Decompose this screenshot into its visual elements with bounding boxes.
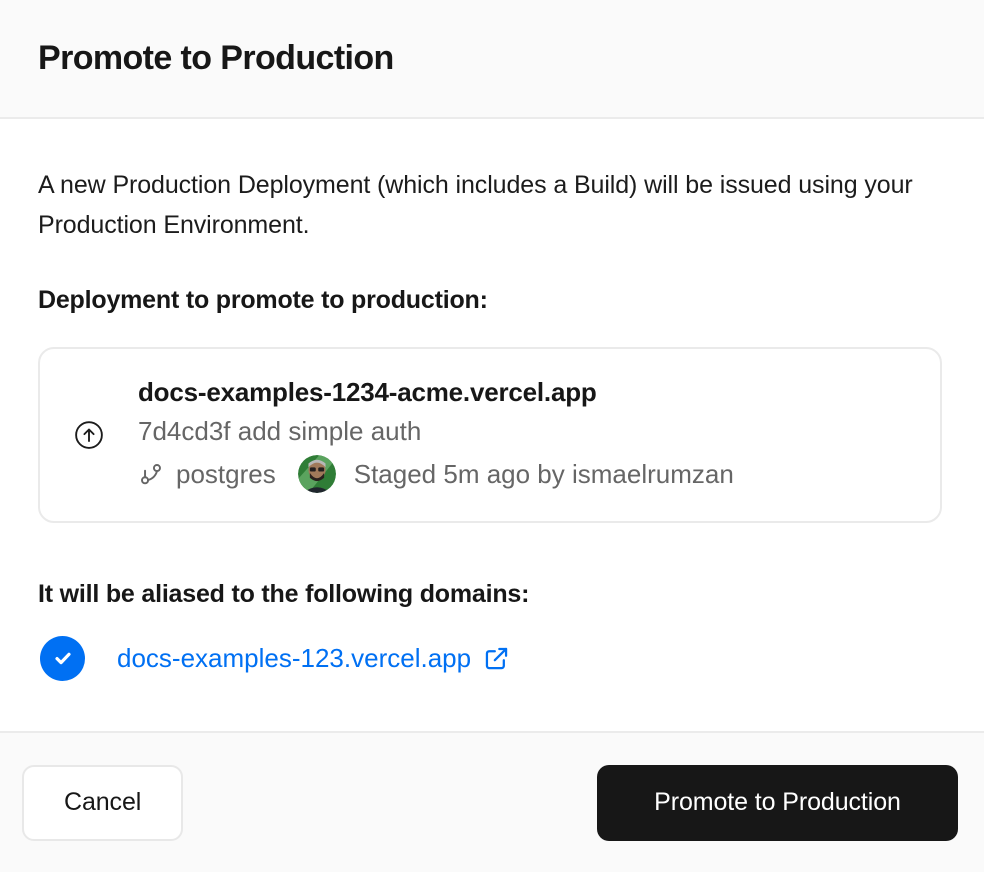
dialog-title: Promote to Production xyxy=(38,39,394,78)
promote-to-production-button[interactable]: Promote to Production xyxy=(597,765,958,841)
deployment-section-heading: Deployment to promote to production: xyxy=(38,283,942,317)
deployment-status-line: Staged 5m ago by ismaelrumzan xyxy=(354,459,734,490)
avatar xyxy=(298,455,336,493)
arrow-up-circle-icon xyxy=(74,420,104,450)
dialog-description: A new Production Deployment (which inclu… xyxy=(38,165,942,245)
git-branch-icon xyxy=(138,461,164,487)
branch-name: postgres xyxy=(176,459,276,490)
deployment-domain: docs-examples-1234-acme.vercel.app xyxy=(138,377,734,408)
deployment-meta: postgres xyxy=(138,455,734,493)
alias-domain-link[interactable]: docs-examples-123.vercel.app xyxy=(117,643,510,674)
dialog-header: Promote to Production xyxy=(0,0,984,119)
external-link-icon xyxy=(483,645,510,672)
cancel-button[interactable]: Cancel xyxy=(22,765,183,841)
alias-domain-text: docs-examples-123.vercel.app xyxy=(117,643,471,674)
deployment-commit: 7d4cd3f add simple auth xyxy=(138,416,734,447)
deployment-card: docs-examples-1234-acme.vercel.app 7d4cd… xyxy=(38,347,942,523)
dialog-body: A new Production Deployment (which inclu… xyxy=(0,119,984,731)
alias-section-heading: It will be aliased to the following doma… xyxy=(38,577,942,611)
check-circle-icon xyxy=(40,636,85,681)
promote-dialog: Promote to Production A new Production D… xyxy=(0,0,984,872)
deployment-card-lines: docs-examples-1234-acme.vercel.app 7d4cd… xyxy=(138,377,734,493)
dialog-footer: Cancel Promote to Production xyxy=(0,731,984,872)
alias-domain-row: docs-examples-123.vercel.app xyxy=(38,635,942,681)
